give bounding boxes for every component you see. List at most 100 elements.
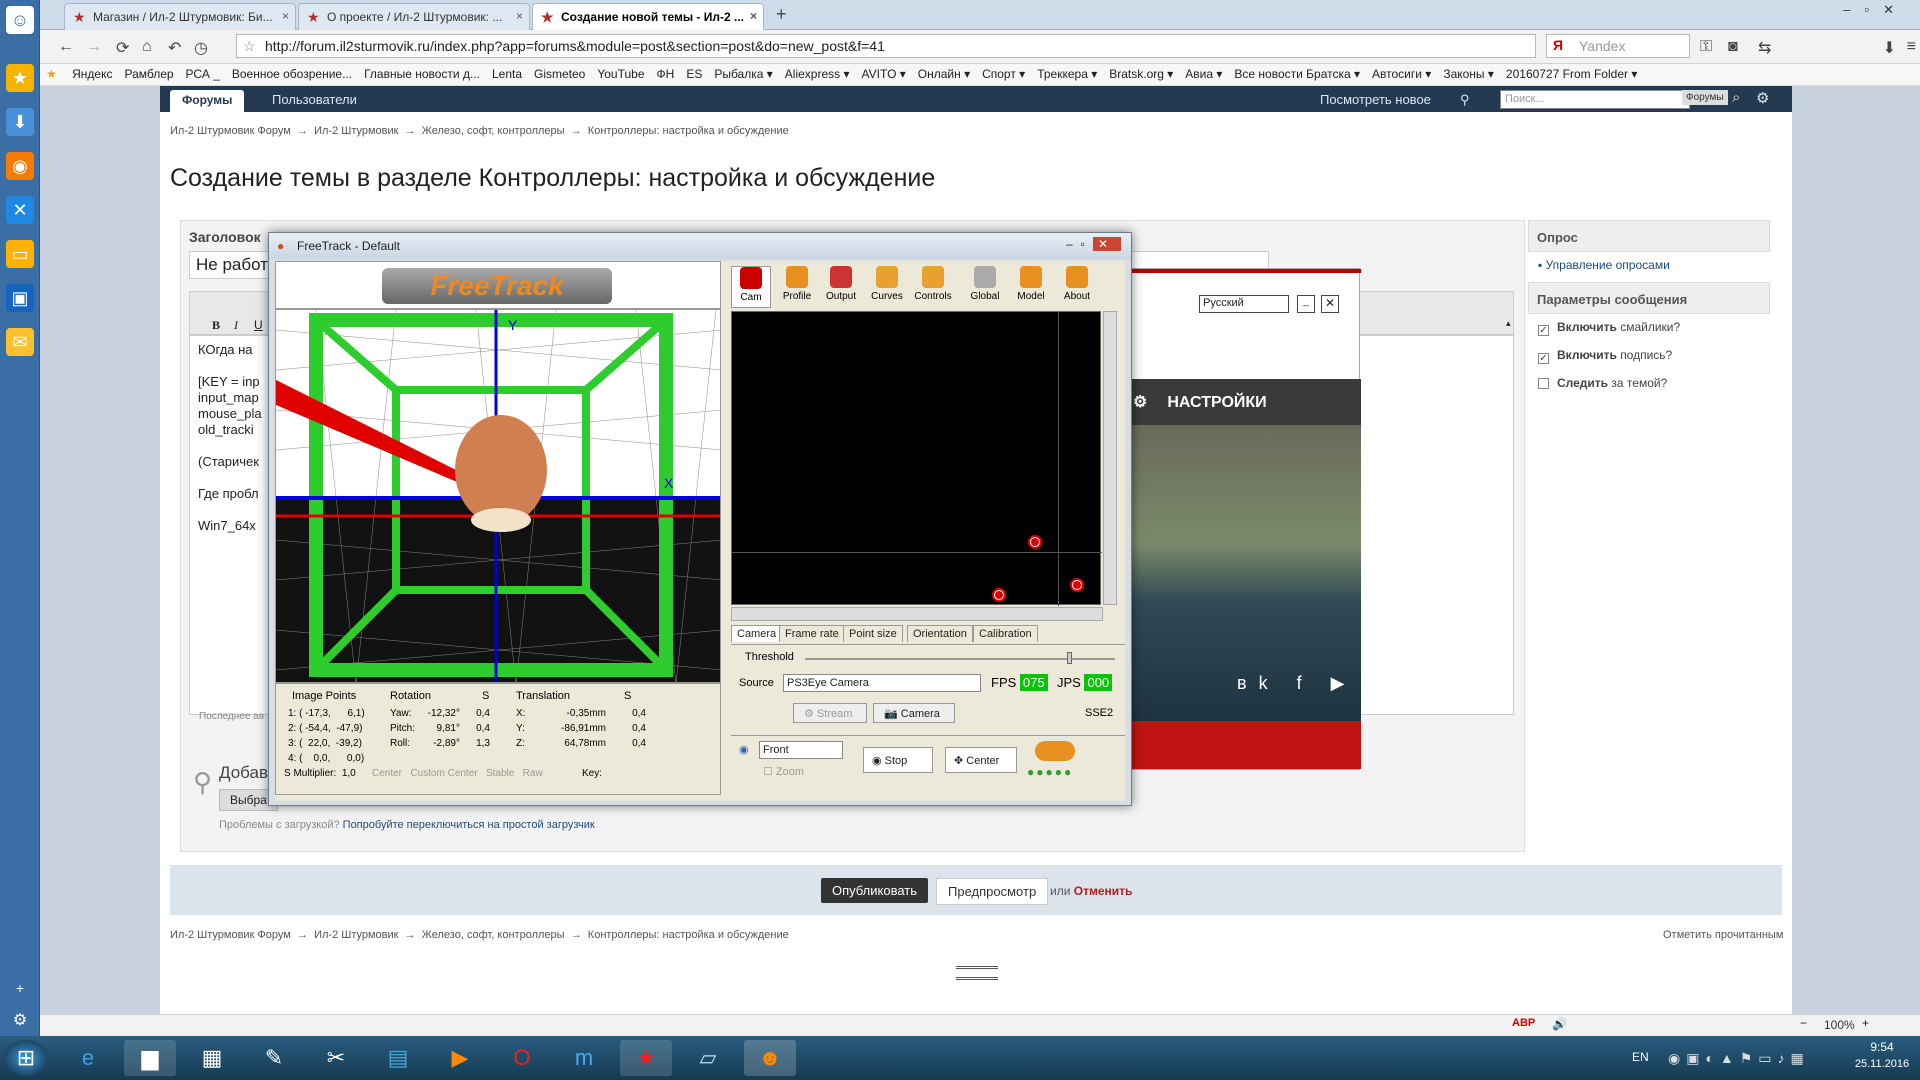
player-icon[interactable]: ▶	[434, 1040, 486, 1076]
clock-date[interactable]: 25.11.2016	[1850, 1058, 1914, 1070]
address-bar[interactable]: ☆ http://forum.il2sturmovik.ru/index.php?…	[236, 34, 1536, 58]
bookmark-item[interactable]: Все новости Братска ▾	[1228, 64, 1366, 84]
adblock-icon[interactable]: ABP	[1512, 1017, 1535, 1029]
subtab-frame-rate[interactable]: Frame rate	[779, 625, 845, 642]
zoom-level[interactable]: 100%	[1824, 1018, 1855, 1032]
bold-icon[interactable]: B	[212, 318, 220, 333]
center-button[interactable]: ✥ Center	[945, 747, 1017, 773]
subtab-point-size[interactable]: Point size	[843, 625, 903, 642]
option-follow[interactable]: Следить за темой?	[1528, 370, 1770, 396]
il2-icon[interactable]: ★	[620, 1040, 672, 1076]
crumb-item[interactable]: Ил-2 Штурмовик	[314, 125, 398, 137]
new-tab-button[interactable]: +	[776, 4, 787, 25]
bookmark-item[interactable]: Рыбалка ▾	[708, 64, 778, 84]
app-icon[interactable]: ▤	[372, 1040, 424, 1076]
crumb-item[interactable]: Железо, софт, контроллеры	[422, 125, 565, 137]
crumb-item[interactable]: Железо, софт, контроллеры	[422, 929, 565, 941]
controls-button[interactable]: Controls	[913, 266, 953, 302]
download-icon[interactable]: ⬇	[1883, 38, 1896, 58]
bookmark-item[interactable]: РСА _	[180, 64, 226, 84]
close-icon[interactable]: ✕	[1321, 295, 1339, 313]
preview-button[interactable]: Предпросмотр	[936, 878, 1049, 905]
url-text[interactable]: http://forum.il2sturmovik.ru/index.php?a…	[265, 38, 885, 54]
tool-icon[interactable]: ✂	[310, 1040, 362, 1076]
checkbox-checked[interactable]: ✓	[1538, 325, 1549, 336]
location-icon[interactable]: ⚲	[1460, 92, 1470, 108]
window-icon[interactable]: ▱	[682, 1040, 734, 1076]
mark-read-link[interactable]: Отметить прочитанным	[1663, 929, 1783, 941]
tab-shop[interactable]: ★ Магазин / Ил-2 Штурмовик: Би... ×	[64, 3, 296, 30]
search-input[interactable]: Я Yandex	[1546, 34, 1690, 58]
home-icon[interactable]: ⌂	[142, 38, 152, 56]
paint-icon[interactable]: ✎	[248, 1040, 300, 1076]
stop-button[interactable]: ◉ Stop	[863, 747, 933, 773]
checkbox-checked[interactable]: ✓	[1538, 353, 1549, 364]
model-button[interactable]: Model	[1011, 266, 1051, 302]
settings-icon[interactable]: ⚙	[1756, 89, 1769, 107]
crumb-item[interactable]: Контроллеры: настройка и обсуждение	[588, 929, 789, 941]
bookmark-item[interactable]: Законы ▾	[1437, 64, 1500, 84]
explorer-icon[interactable]: ▆	[124, 1040, 176, 1076]
site-search-input[interactable]: Поиск...	[1500, 90, 1690, 109]
zoom-checkbox[interactable]: ☐ Zoom	[763, 765, 804, 778]
subtab-camera[interactable]: Camera	[731, 625, 783, 642]
close-icon[interactable]: ×	[282, 9, 289, 23]
menu-icon[interactable]: ≡	[1907, 38, 1916, 56]
publish-button[interactable]: Опубликовать	[821, 878, 929, 903]
global-button[interactable]: Global	[965, 266, 1005, 302]
profile-button[interactable]: Profile	[777, 266, 817, 302]
cancel-link[interactable]: Отменить	[1074, 884, 1133, 898]
underline-icon[interactable]: U	[254, 318, 263, 332]
close-icon[interactable]: ×	[750, 9, 757, 23]
opera-icon[interactable]: O	[496, 1040, 548, 1076]
bookmark-item[interactable]: Спорт ▾	[976, 64, 1031, 84]
gear-icon[interactable]: ⚙	[6, 1006, 34, 1034]
tray-icons[interactable]: ◉▣◐▲⚑▭♪▦	[1668, 1050, 1810, 1067]
download-icon[interactable]: ⬇	[6, 108, 34, 136]
crumb-item[interactable]: Ил-2 Штурмовик	[314, 929, 398, 941]
bookmark-item[interactable]: Яндекс	[66, 64, 118, 84]
bookmark-item[interactable]: Gismeteo	[528, 64, 591, 84]
crumb-item[interactable]: Ил-2 Штурмовик Форум	[170, 125, 291, 137]
nav-forums[interactable]: Форумы	[170, 90, 245, 112]
bookmark-item[interactable]: ES	[680, 64, 708, 84]
input-language[interactable]: EN	[1632, 1050, 1649, 1064]
key-icon[interactable]: ⚿	[1700, 38, 1712, 56]
resize-grip-icon[interactable]	[956, 966, 998, 980]
crumb-item[interactable]: Контроллеры: настройка и обсуждение	[588, 125, 789, 137]
search-scope-select[interactable]: Форумы	[1682, 90, 1728, 105]
collapse-icon[interactable]: ▴	[1506, 318, 1511, 329]
checkbox-unchecked[interactable]	[1538, 378, 1549, 389]
zoom-out-icon[interactable]: −	[1800, 1016, 1807, 1030]
mail-icon[interactable]: ✉	[6, 328, 34, 356]
bookmark-item[interactable]: Рамблер	[118, 64, 179, 84]
undo-icon[interactable]: ↶	[168, 38, 181, 58]
search-icon[interactable]: ⌕	[1732, 89, 1740, 106]
calculator-icon[interactable]: ▦	[186, 1040, 238, 1076]
camera-button[interactable]: 📷 Camera	[873, 703, 955, 723]
market-icon[interactable]: ▣	[6, 284, 34, 312]
window-controls[interactable]: –▫✕	[1066, 237, 1121, 251]
horizontal-scrollbar[interactable]	[731, 607, 1103, 621]
freetrack-task-icon[interactable]: ☻	[744, 1040, 796, 1076]
view-select[interactable]: Front	[759, 741, 843, 759]
reload-icon[interactable]: ⟳	[116, 38, 129, 58]
output-button[interactable]: Output	[821, 266, 861, 302]
option-smilies[interactable]: ✓ Включить смайлики?	[1528, 314, 1770, 342]
bookmark-item[interactable]: YouTube	[591, 64, 650, 84]
bookmark-item[interactable]: Aliexpress ▾	[779, 64, 856, 84]
simple-uploader-link[interactable]: Попробуйте переключиться на простой загр…	[343, 819, 595, 831]
about-button[interactable]: About	[1057, 266, 1097, 302]
source-select[interactable]: PS3Eye Camera	[783, 674, 981, 692]
threshold-slider[interactable]	[805, 652, 1115, 664]
add-icon[interactable]: +	[6, 974, 34, 1002]
ie-icon[interactable]: e	[62, 1040, 114, 1076]
window-controls[interactable]: –▫✕	[1843, 2, 1908, 18]
subtab-orientation[interactable]: Orientation	[907, 625, 973, 642]
maxthon-icon[interactable]: m	[558, 1040, 610, 1076]
translate-icon[interactable]: ⇆	[1758, 38, 1771, 58]
social-icons[interactable]: вk f ▶	[1237, 673, 1356, 694]
close-icon[interactable]: ×	[516, 9, 523, 23]
stream-button[interactable]: ⚙ Stream	[793, 703, 867, 723]
notes-icon[interactable]: ▭	[6, 240, 34, 268]
